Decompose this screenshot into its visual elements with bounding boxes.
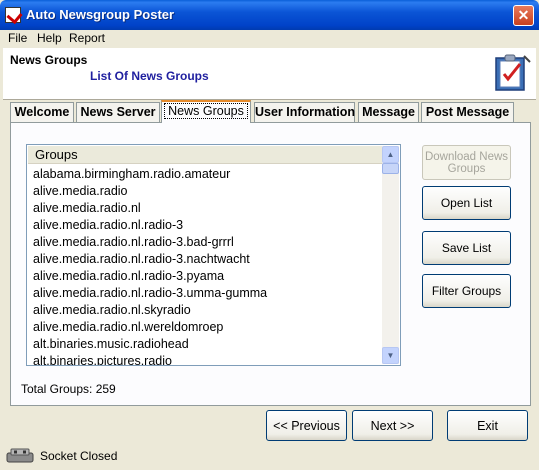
tab-label: News Server bbox=[80, 105, 156, 119]
next-button[interactable]: Next >> bbox=[352, 410, 433, 441]
total-groups-label: Total Groups: 259 bbox=[21, 382, 116, 396]
menu-bar: File Help Report bbox=[0, 30, 539, 48]
tab-welcome[interactable]: Welcome bbox=[10, 102, 74, 122]
save-list-button[interactable]: Save List bbox=[422, 231, 511, 265]
groups-column-header[interactable]: Groups bbox=[28, 146, 388, 164]
list-item[interactable]: alive.media.radio.nl.radio-3 bbox=[33, 217, 383, 234]
list-item[interactable]: alabama.birmingham.radio.amateur bbox=[33, 166, 383, 183]
scroll-up-icon[interactable]: ▲ bbox=[382, 146, 399, 163]
menu-help[interactable]: Help bbox=[37, 31, 62, 45]
window-title: Auto Newsgroup Poster bbox=[26, 7, 175, 22]
tab-message[interactable]: Message bbox=[358, 102, 419, 122]
title-bar: Auto Newsgroup Poster ✕ bbox=[0, 0, 539, 30]
tab-user-information[interactable]: User Information bbox=[254, 102, 355, 122]
tab-news-server[interactable]: News Server bbox=[76, 102, 160, 122]
page-title: News Groups bbox=[10, 53, 88, 67]
status-text: Socket Closed bbox=[40, 449, 118, 463]
tab-post-message[interactable]: Post Message bbox=[421, 102, 514, 122]
list-item[interactable]: alive.media.radio.nl bbox=[33, 200, 383, 217]
list-item[interactable]: alive.media.radio.nl.radio-3.umma-gumma bbox=[33, 285, 383, 302]
tab-label: Welcome bbox=[14, 105, 70, 119]
exit-button[interactable]: Exit bbox=[447, 410, 528, 441]
list-item[interactable]: alive.media.radio.nl.radio-3.bad-grrrl bbox=[33, 234, 383, 251]
list-item[interactable]: alive.media.radio.nl.skyradio bbox=[33, 302, 383, 319]
app-icon bbox=[5, 7, 21, 23]
checklist-icon bbox=[495, 54, 531, 91]
scroll-thumb[interactable] bbox=[382, 163, 399, 174]
list-item[interactable]: alt.binaries.music.radiohead bbox=[33, 336, 383, 353]
list-item[interactable]: alive.media.radio.nl.radio-3.pyama bbox=[33, 268, 383, 285]
download-news-groups-button[interactable]: Download News Groups bbox=[422, 145, 511, 180]
groups-rows: alabama.birmingham.radio.amateur alive.m… bbox=[33, 166, 383, 365]
list-item[interactable]: alive.media.radio.nl.radio-3.nachtwacht bbox=[33, 251, 383, 268]
list-item[interactable]: alt.binaries.pictures.radio bbox=[33, 353, 383, 365]
menu-file[interactable]: File bbox=[8, 31, 27, 45]
tab-label: User Information bbox=[255, 105, 356, 119]
tab-label: News Groups bbox=[164, 103, 248, 119]
groups-scrollbar[interactable]: ▲ ▼ bbox=[382, 146, 399, 364]
groups-list[interactable]: Groups alabama.birmingham.radio.amateur … bbox=[26, 144, 401, 366]
page-header: News Groups List Of News Groups bbox=[3, 48, 536, 100]
tab-label: Post Message bbox=[425, 105, 510, 119]
previous-button[interactable]: << Previous bbox=[266, 410, 347, 441]
close-button[interactable]: ✕ bbox=[513, 5, 534, 26]
tab-label: Message bbox=[362, 105, 415, 119]
open-list-button[interactable]: Open List bbox=[422, 186, 511, 220]
page-subtitle: List Of News Groups bbox=[90, 69, 209, 83]
filter-groups-button[interactable]: Filter Groups bbox=[422, 274, 511, 308]
list-item[interactable]: alive.media.radio bbox=[33, 183, 383, 200]
tab-news-groups[interactable]: News Groups bbox=[161, 100, 251, 123]
scroll-down-icon[interactable]: ▼ bbox=[382, 347, 399, 364]
list-item[interactable]: alive.media.radio.nl.wereldomroep bbox=[33, 319, 383, 336]
menu-report[interactable]: Report bbox=[69, 31, 105, 45]
socket-icon bbox=[6, 448, 34, 463]
